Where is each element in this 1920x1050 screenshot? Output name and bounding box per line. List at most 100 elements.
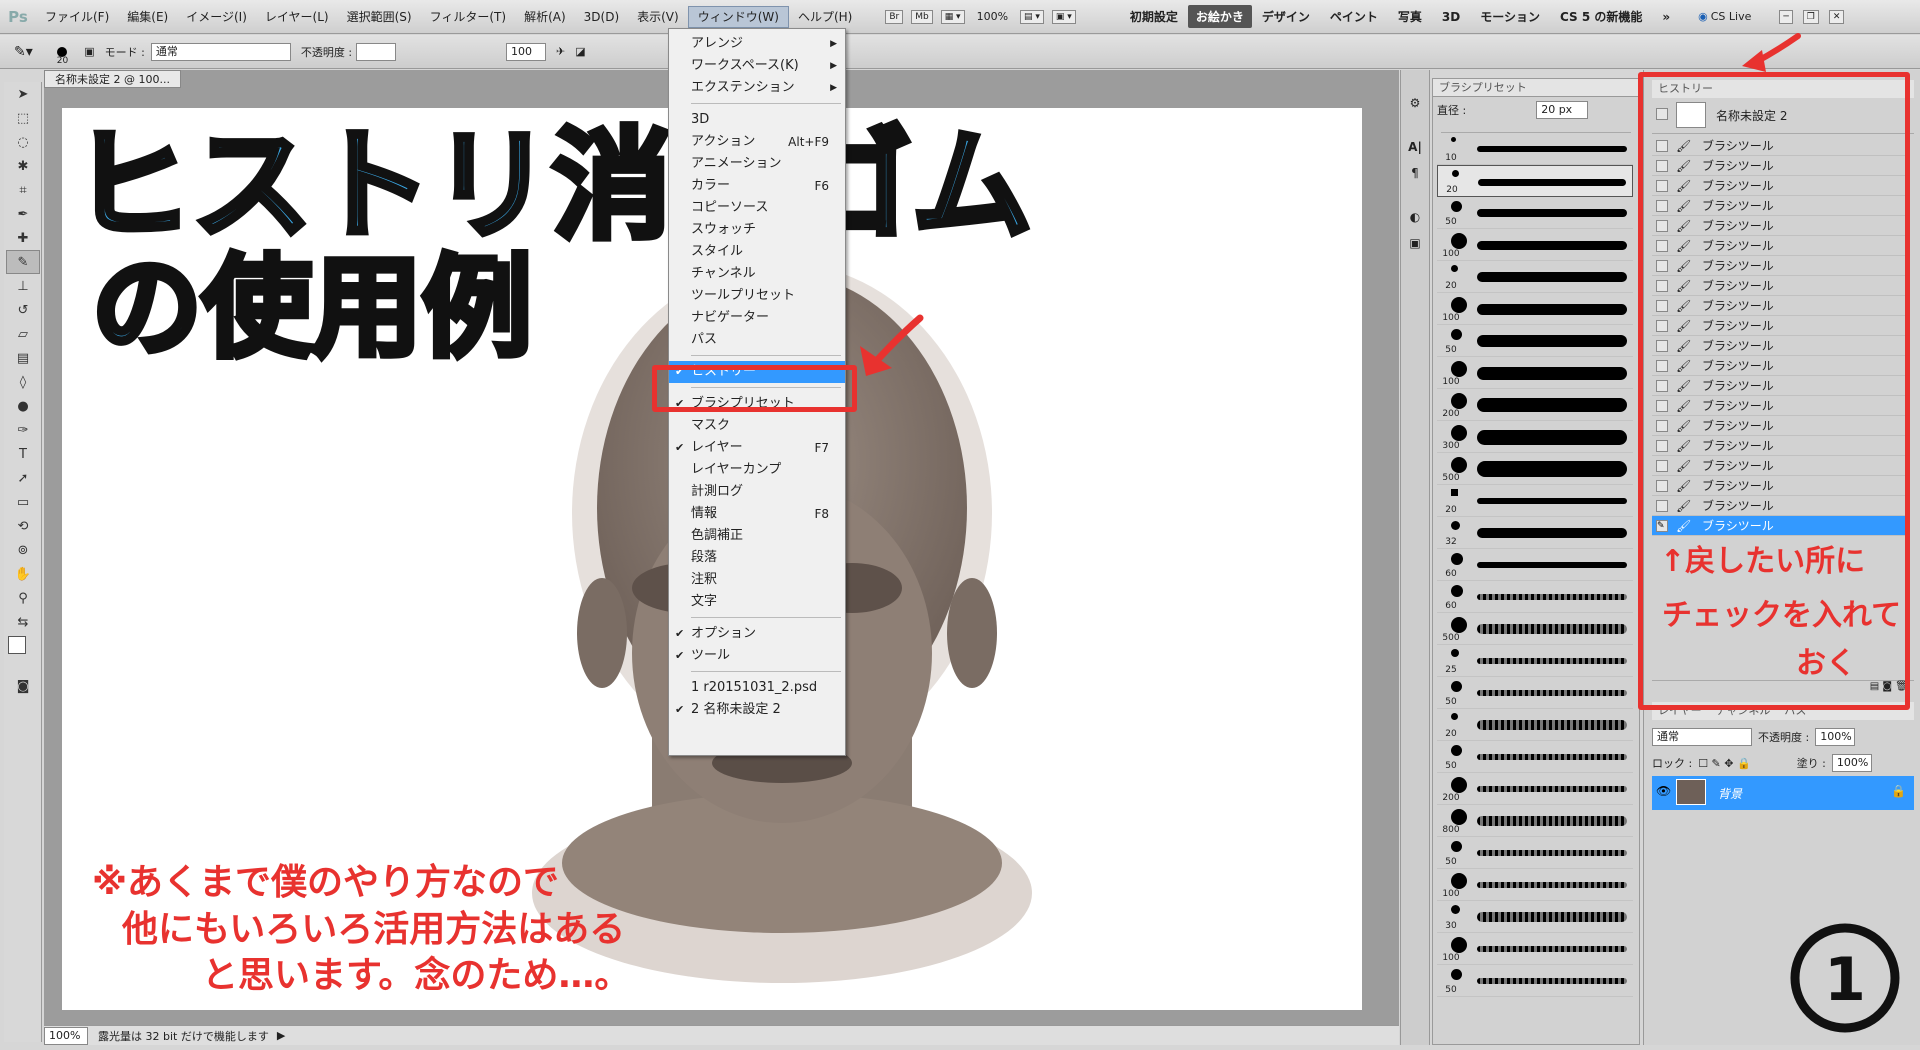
brush-preset-row[interactable]: 20 xyxy=(1437,165,1633,197)
airbrush-icon[interactable]: ✈ xyxy=(556,45,565,58)
workspace-new-in-cs5[interactable]: CS 5 の新機能 xyxy=(1550,8,1652,25)
opacity-input[interactable] xyxy=(356,42,397,61)
brush-preset-row[interactable]: 50 xyxy=(1437,197,1633,229)
brush-preset-row[interactable]: 60 xyxy=(1437,549,1633,581)
layer-row-background[interactable]: 👁 背景 🔒 xyxy=(1652,776,1914,810)
window-menu-item[interactable]: 注釈 xyxy=(669,569,845,591)
mode-select[interactable]: 通常 xyxy=(150,42,291,61)
window-menu-item[interactable]: 情報 F8 xyxy=(669,503,845,525)
window-menu-item[interactable]: パス xyxy=(669,329,845,351)
history-brush-tool-icon[interactable]: ↺ xyxy=(6,298,40,322)
zoom-tool-icon[interactable]: ⚲ xyxy=(6,586,40,610)
workspace-design[interactable]: デザイン xyxy=(1252,8,1320,25)
workspace-motion[interactable]: モーション xyxy=(1470,8,1550,25)
minimize-icon[interactable]: ─ xyxy=(1779,9,1793,24)
brush-preset-row[interactable]: 60 xyxy=(1437,581,1633,613)
lasso-tool-icon[interactable]: ◌ xyxy=(6,130,40,154)
brush-preset-row[interactable]: 100 xyxy=(1437,357,1633,389)
window-menu-item[interactable]: コピーソース xyxy=(669,197,845,219)
tablet-pressure-icon[interactable]: ◪ xyxy=(575,45,585,58)
window-menu-item[interactable]: 3D xyxy=(669,109,845,131)
window-menu-item[interactable]: エクステンション ▶ xyxy=(669,77,845,99)
status-menu-icon[interactable]: ▶ xyxy=(277,1029,285,1042)
brush-presets-tab[interactable]: ブラシプリセット xyxy=(1433,79,1639,97)
window-menu-item[interactable]: オプション ✔ xyxy=(669,623,845,645)
flow-input[interactable]: 100 xyxy=(506,42,547,61)
window-menu-item[interactable]: ナビゲーター xyxy=(669,307,845,329)
shape-tool-icon[interactable]: ▭ xyxy=(6,490,40,514)
menu-help[interactable]: ヘルプ(H) xyxy=(789,7,861,27)
restore-icon[interactable]: ❐ xyxy=(1802,9,1819,24)
eyedropper-tool-icon[interactable]: ✒ xyxy=(6,202,40,226)
eraser-tool-icon[interactable]: ▱ xyxy=(6,322,40,346)
character-strip-icon[interactable]: A| xyxy=(1401,140,1429,154)
color-swatches[interactable] xyxy=(4,634,41,674)
brush-preset-row[interactable]: 100 xyxy=(1437,869,1633,901)
screen-mode-icon[interactable]: ▣ ▾ xyxy=(1051,9,1076,24)
window-menu-item[interactable]: アニメーション xyxy=(669,153,845,175)
brush-preset-row[interactable]: 300 xyxy=(1437,421,1633,453)
minibridge-button[interactable]: Mb xyxy=(911,9,933,24)
document-tab[interactable]: 名称未設定 2 @ 100... xyxy=(44,70,181,88)
arrange-docs-icon[interactable]: ▤ ▾ xyxy=(1020,9,1044,24)
window-menu-item[interactable]: カラー F6 xyxy=(669,175,845,197)
layer-blend-select[interactable]: 通常 xyxy=(1652,728,1752,746)
crop-tool-icon[interactable]: ⌗ xyxy=(6,178,40,202)
brush-preset-row[interactable]: 50 xyxy=(1437,837,1633,869)
diameter-input[interactable]: 20 px xyxy=(1536,101,1589,119)
quick-select-tool-icon[interactable]: ✱ xyxy=(6,154,40,178)
clone-source-strip-icon[interactable]: ▣ xyxy=(1401,236,1429,250)
workspace-paint[interactable]: ペイント xyxy=(1320,8,1388,25)
window-menu-item[interactable]: アレンジ ▶ xyxy=(669,33,845,55)
cs-live-icon[interactable]: ◉ xyxy=(1698,10,1708,23)
diameter-slider[interactable] xyxy=(1441,123,1631,133)
window-menu-item[interactable]: ツール ✔ xyxy=(669,645,845,667)
brush-preset-row[interactable]: 25 xyxy=(1437,645,1633,677)
window-menu-item[interactable]: 2 名称未設定 2 ✔ xyxy=(669,699,845,721)
healing-brush-tool-icon[interactable]: ✚ xyxy=(6,226,40,250)
window-menu-item[interactable]: 計測ログ xyxy=(669,481,845,503)
window-menu-item[interactable]: 色調補正 xyxy=(669,525,845,547)
menu-3d[interactable]: 3D(D) xyxy=(575,7,628,27)
blur-tool-icon[interactable]: ◊ xyxy=(6,370,40,394)
menu-window[interactable]: ウィンドウ(W) xyxy=(687,5,789,28)
status-zoom[interactable]: 100% xyxy=(44,1026,88,1045)
window-menu-item[interactable]: 段落 xyxy=(669,547,845,569)
hand-tool-icon[interactable]: ✋ xyxy=(6,562,40,586)
menu-select[interactable]: 選択範囲(S) xyxy=(338,7,421,27)
lock-icons[interactable]: ☐ ✎ ✥ 🔒 xyxy=(1698,757,1750,770)
brush-tool-icon[interactable]: ✎ xyxy=(6,250,40,274)
path-select-tool-icon[interactable]: ➚ xyxy=(6,466,40,490)
window-menu-item[interactable]: ワークスペース(K) ▶ xyxy=(669,55,845,77)
menu-file[interactable]: ファイル(F) xyxy=(36,7,118,27)
layer-opacity-input[interactable]: 100% xyxy=(1815,728,1856,746)
3d-orbit-tool-icon[interactable]: ⊚ xyxy=(6,538,40,562)
foreground-color[interactable] xyxy=(8,636,26,654)
fill-input[interactable]: 100% xyxy=(1831,754,1872,772)
window-menu-item[interactable]: スウォッチ xyxy=(669,219,845,241)
workspace-photo[interactable]: 写真 xyxy=(1388,8,1432,25)
brush-preset-row[interactable]: 200 xyxy=(1437,389,1633,421)
quick-mask-icon[interactable]: ◙ xyxy=(6,674,40,698)
window-menu-item[interactable]: ツールプリセット xyxy=(669,285,845,307)
stamp-tool-icon[interactable]: ⊥ xyxy=(6,274,40,298)
gradient-tool-icon[interactable]: ▤ xyxy=(6,346,40,370)
window-menu-item[interactable]: レイヤーカンプ xyxy=(669,459,845,481)
window-menu-item[interactable]: 文字 xyxy=(669,591,845,613)
brush-preset-row[interactable]: 32 xyxy=(1437,517,1633,549)
menu-view[interactable]: 表示(V) xyxy=(628,7,688,27)
workspace-painting-custom[interactable]: お絵かき xyxy=(1187,5,1252,28)
3d-rotate-tool-icon[interactable]: ⟲ xyxy=(6,514,40,538)
brush-preset-row[interactable]: 100 xyxy=(1437,293,1633,325)
dodge-tool-icon[interactable]: ● xyxy=(6,394,40,418)
brush-preset-row[interactable]: 20 xyxy=(1437,261,1633,293)
window-menu-item[interactable]: チャンネル xyxy=(669,263,845,285)
window-menu-item[interactable]: アクション Alt+F9 xyxy=(669,131,845,153)
brush-preset-row[interactable]: 10 xyxy=(1437,133,1633,165)
brush-strip-icon[interactable]: ◐ xyxy=(1401,210,1429,224)
view-extras-icon[interactable]: ▦ ▾ xyxy=(940,9,965,24)
close-icon[interactable]: ✕ xyxy=(1828,9,1845,24)
marquee-tool-icon[interactable]: ⬚ xyxy=(6,106,40,130)
brush-preset-row[interactable]: 800 xyxy=(1437,805,1633,837)
brush-preset-row[interactable]: 500 xyxy=(1437,613,1633,645)
